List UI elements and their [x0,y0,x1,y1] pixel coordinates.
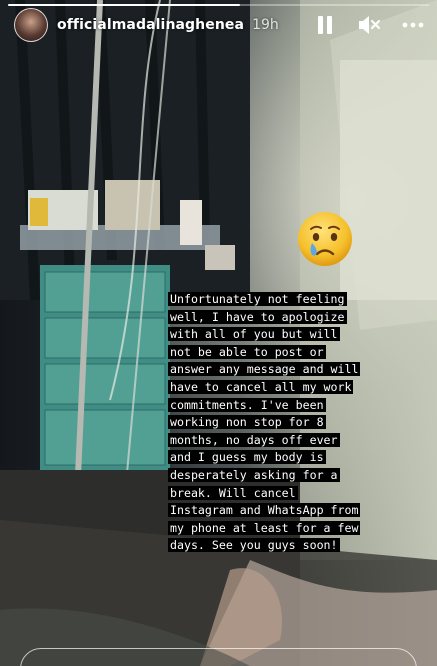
mute-button[interactable] [357,13,381,37]
speaker-muted-icon [359,16,381,34]
caption-line: days. See you guys soon! [168,537,408,555]
story-progress-bar [8,4,429,6]
caption-line-text: desperately asking for a [168,467,340,482]
caption-line: with all of you but will [168,326,408,344]
pause-icon [318,16,332,34]
caption-line-text: with all of you but will [168,327,340,342]
caption-line: desperately asking for a [168,467,408,485]
caption-line-text: not be able to post or [168,344,326,359]
caption-line: not be able to post or [168,344,408,362]
story-header: officialmadalinaghenea 19h [14,8,425,42]
caption-line-text: months, no days off ever [168,432,340,447]
caption-line-text: well, I have to apologize [168,309,347,324]
story-viewer[interactable]: officialmadalinaghenea 19h Unfortunately… [0,0,437,666]
caption-line: commitments. I've been [168,397,408,415]
avatar[interactable] [14,8,48,42]
username[interactable]: officialmadalinaghenea [57,17,244,33]
crying-face-sticker [298,212,352,266]
caption-line: Unfortunately not feeling [168,291,408,309]
story-controls [313,13,425,37]
more-options-button[interactable] [401,13,425,37]
caption-line: my phone at least for a few [168,520,408,538]
reply-input-edge[interactable] [20,648,417,666]
caption-line-text: and I guess my body is [168,450,326,465]
caption-line: well, I have to apologize [168,309,408,327]
pause-button[interactable] [313,13,337,37]
caption-line-text: break. Will cancel [168,485,298,500]
story-timestamp: 19h [252,17,279,33]
caption-line-text: working non stop for 8 [168,415,326,430]
caption-line: break. Will cancel [168,485,408,503]
more-options-icon [402,22,424,28]
caption-line: have to cancel all my work [168,379,408,397]
story-caption: Unfortunately not feeling well, I have to… [168,291,408,555]
caption-line-text: have to cancel all my work [168,379,354,394]
caption-line-text: Unfortunately not feeling [168,292,347,306]
caption-line-text: answer any message and will [168,362,361,377]
caption-line-text: my phone at least for a few [168,520,361,535]
caption-line-text: Instagram and WhatsApp from [168,503,361,518]
caption-line: answer any message and will [168,361,408,379]
caption-line-text: commitments. I've been [168,397,326,412]
caption-line-text: days. See you guys soon! [168,538,340,553]
caption-line: Instagram and WhatsApp from [168,502,408,520]
caption-line: working non stop for 8 [168,414,408,432]
story-progress-fill [8,4,240,6]
caption-line: and I guess my body is [168,449,408,467]
caption-line: months, no days off ever [168,432,408,450]
